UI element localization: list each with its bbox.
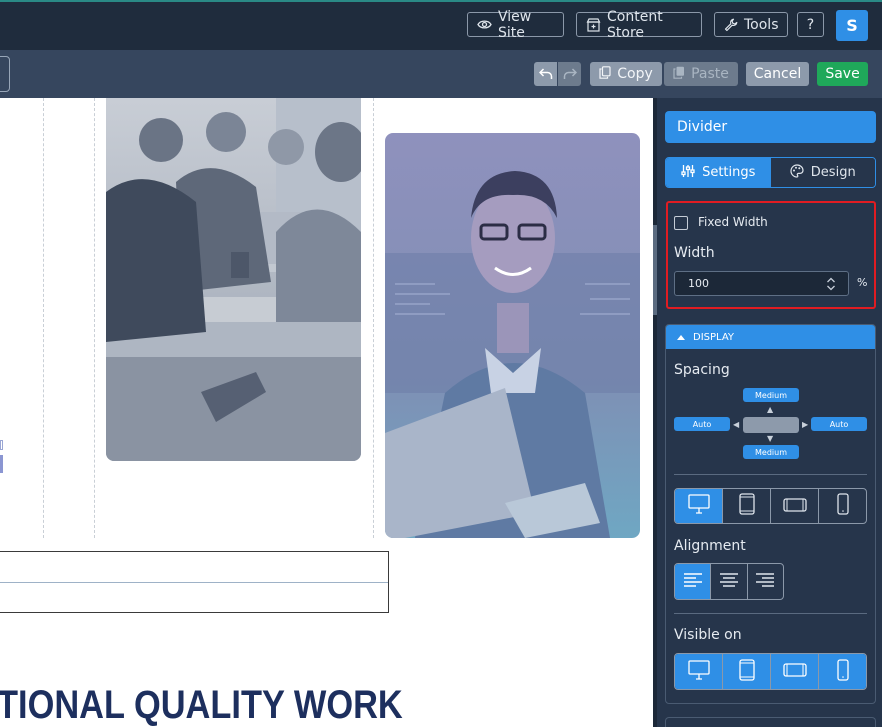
- width-label: Width: [674, 245, 715, 261]
- width-stepper[interactable]: [826, 276, 836, 292]
- fixed-width-label: Fixed Width: [698, 215, 768, 229]
- panel-tabs: Settings Design: [665, 157, 876, 188]
- divider-line: [0, 582, 388, 583]
- spacing-left-arrow-icon: ◀: [733, 420, 740, 429]
- paste-label: Paste: [691, 66, 729, 82]
- section-divider: [674, 613, 867, 614]
- redo-button[interactable]: [558, 62, 581, 86]
- align-center-button[interactable]: [710, 564, 746, 599]
- spacing-preview: [743, 417, 799, 433]
- visible-desktop-toggle[interactable]: [675, 654, 722, 689]
- align-center-icon: [719, 572, 739, 592]
- width-unit: %: [857, 276, 868, 289]
- device-tablet-landscape-button[interactable]: [770, 489, 818, 523]
- tools-button[interactable]: Tools: [714, 12, 788, 37]
- tools-label: Tools: [744, 16, 779, 33]
- palette-icon: [790, 163, 804, 182]
- team-meeting-photo[interactable]: [106, 98, 361, 461]
- cancel-button[interactable]: Cancel: [746, 62, 809, 86]
- spacing-right-button[interactable]: Auto: [811, 417, 867, 431]
- edge-marker: [0, 455, 3, 473]
- device-tablet-button[interactable]: [722, 489, 770, 523]
- copy-button[interactable]: Copy: [590, 62, 662, 86]
- sliders-icon: [681, 164, 695, 182]
- display-section-header[interactable]: DISPLAY: [666, 325, 875, 349]
- device-desktop-button[interactable]: [675, 489, 722, 523]
- spacing-bottom-button[interactable]: Medium: [743, 445, 799, 459]
- device-phone-button[interactable]: [818, 489, 866, 523]
- view-site-button[interactable]: View Site: [467, 9, 564, 41]
- spacing-right-arrow-icon: ▶: [802, 420, 809, 429]
- eye-icon: [477, 19, 492, 30]
- copy-icon: [599, 65, 611, 83]
- toolbar-left-control[interactable]: [0, 56, 10, 92]
- visible-on-label: Visible on: [674, 627, 742, 643]
- visible-phone-toggle[interactable]: [818, 654, 866, 689]
- column-guide: [94, 98, 95, 538]
- user-avatar-button[interactable]: S: [836, 10, 868, 41]
- selected-divider-block[interactable]: [0, 551, 389, 613]
- undo-redo-group: [534, 62, 581, 86]
- paste-button[interactable]: Paste: [664, 62, 738, 86]
- next-section-collapsed[interactable]: [665, 717, 876, 727]
- tablet-icon: [738, 658, 755, 685]
- section-heading: TIONAL QUALITY WORK: [0, 683, 403, 727]
- app-root: View Site Content Store Tools ? S Copy P…: [0, 0, 882, 727]
- spacing-bottom-arrow-icon: ▼: [767, 434, 774, 443]
- spacing-label: Spacing: [674, 362, 730, 378]
- tablet-landscape-icon: [782, 497, 807, 516]
- spacing-left-button[interactable]: Auto: [674, 417, 730, 431]
- visibility-selector: [674, 653, 867, 690]
- tab-design-label: Design: [810, 165, 856, 180]
- column-guide: [373, 98, 374, 538]
- fixed-width-checkbox[interactable]: [674, 216, 688, 230]
- edge-marker: [0, 440, 3, 450]
- align-left-icon: [683, 572, 703, 592]
- align-left-button[interactable]: [675, 564, 711, 599]
- desktop-icon: [687, 659, 710, 684]
- page-canvas: TIONAL QUALITY WORK: [0, 98, 655, 727]
- align-right-button[interactable]: [746, 564, 783, 599]
- tab-settings-label: Settings: [702, 165, 756, 180]
- copy-label: Copy: [617, 66, 653, 82]
- display-header-label: DISPLAY: [693, 331, 735, 343]
- paste-icon: [673, 66, 685, 83]
- phone-icon: [836, 658, 849, 685]
- undo-button[interactable]: [534, 62, 557, 86]
- wrench-icon: [724, 18, 738, 32]
- store-icon: [586, 17, 601, 32]
- caret-up-icon: [677, 332, 685, 343]
- section-divider: [674, 474, 867, 475]
- view-site-label: View Site: [498, 8, 532, 41]
- alignment-label: Alignment: [674, 538, 746, 554]
- content-store-label: Content Store: [607, 8, 663, 41]
- spacing-top-button[interactable]: Medium: [743, 388, 799, 402]
- visible-tablet-toggle[interactable]: [722, 654, 770, 689]
- spacing-top-arrow-icon: ▲: [767, 405, 774, 414]
- desktop-icon: [687, 494, 710, 518]
- panel-title: Divider: [665, 111, 876, 143]
- redo-icon: [563, 65, 577, 84]
- tablet-landscape-icon: [782, 662, 807, 681]
- content-store-button[interactable]: Content Store: [576, 9, 702, 41]
- undo-icon: [538, 65, 553, 84]
- device-selector: [674, 488, 867, 524]
- save-button[interactable]: Save: [817, 62, 868, 86]
- tab-design[interactable]: Design: [770, 158, 875, 187]
- phone-icon: [836, 493, 849, 519]
- help-button[interactable]: ?: [797, 12, 824, 37]
- tab-settings[interactable]: Settings: [666, 158, 771, 187]
- visible-tablet-landscape-toggle[interactable]: [770, 654, 818, 689]
- column-guide: [43, 98, 44, 538]
- align-right-icon: [755, 572, 775, 592]
- alignment-selector: [674, 563, 784, 600]
- width-input[interactable]: 100: [674, 271, 849, 296]
- man-with-laptop-photo[interactable]: [385, 133, 640, 538]
- tablet-icon: [738, 493, 755, 519]
